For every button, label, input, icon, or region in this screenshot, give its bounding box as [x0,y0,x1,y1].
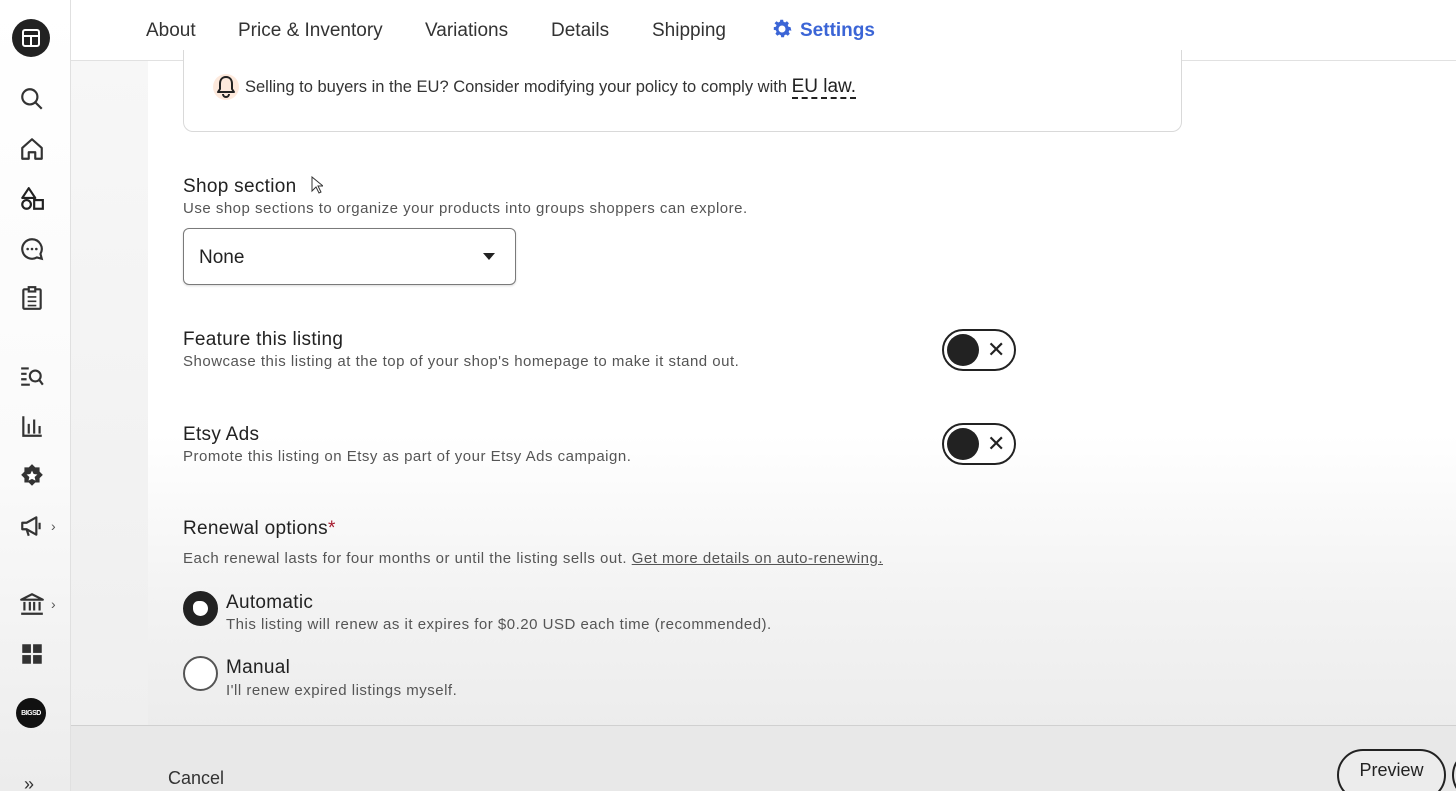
caret-down-icon [483,253,495,260]
tab-price-inventory[interactable]: Price & Inventory [238,20,383,42]
bell-icon [213,74,239,100]
listings-icon[interactable] [17,184,47,214]
tab-details[interactable]: Details [551,20,609,42]
eu-notice-text: Selling to buyers in the EU? Consider mo… [245,76,857,99]
close-icon: ✕ [987,337,1006,362]
preview-button[interactable]: Preview [1337,749,1446,791]
renewal-description: Each renewal lasts for four months or un… [183,550,883,567]
marketing-search-icon[interactable] [17,361,47,391]
radio-manual[interactable] [183,656,218,691]
shop-section-selected-value: None [199,247,245,268]
shop-section-description: Use shop sections to organize your produ… [183,200,748,217]
feature-listing-description: Showcase this listing at the top of your… [183,353,740,370]
etsy-ads-toggle[interactable]: ✕ [942,423,1016,465]
etsy-ads-description: Promote this listing on Etsy as part of … [183,448,632,465]
finances-chevron-icon[interactable]: › [51,596,56,612]
cancel-button[interactable]: Cancel [168,768,224,789]
radio-automatic-label[interactable]: Automatic [226,592,313,614]
tab-settings[interactable]: Settings [770,17,875,42]
auto-renew-details-link[interactable]: Get more details on auto-renewing. [632,550,883,567]
etsy-ads-label: Etsy Ads [183,424,260,445]
tab-about[interactable]: About [146,20,196,42]
marketing-chevron-icon[interactable]: › [51,518,56,534]
shop-section-label: Shop section [183,176,297,197]
renewal-options-label: Renewal options* [183,518,336,540]
feature-listing-toggle[interactable]: ✕ [942,329,1016,371]
action-bar: Cancel Preview [71,725,1456,791]
tab-settings-label: Settings [800,20,875,41]
marketing-icon[interactable] [17,511,47,541]
close-icon: ✕ [987,431,1006,456]
tab-shipping[interactable]: Shipping [652,20,726,42]
avatar[interactable]: BIGSD [16,698,46,728]
apps-icon[interactable] [17,639,47,669]
radio-automatic-description: This listing will renew as it expires fo… [226,616,772,633]
renewal-options-title: Renewal options [183,518,328,539]
sidebar: › › BIGSD » [0,0,71,791]
radio-automatic[interactable] [183,591,218,626]
tab-variations[interactable]: Variations [425,20,508,42]
toggle-knob [947,428,979,460]
radio-manual-description: I'll renew expired listings myself. [226,682,458,699]
radio-manual-label[interactable]: Manual [226,657,290,679]
gear-icon [773,19,792,38]
stats-icon[interactable] [17,411,47,441]
required-mark: * [327,518,336,539]
orders-icon[interactable] [17,283,47,313]
renewal-description-text: Each renewal lasts for four months or un… [183,550,632,567]
feature-listing-label: Feature this listing [183,329,344,350]
home-icon[interactable] [17,134,47,164]
eu-notice-message: Selling to buyers in the EU? Consider mo… [245,78,792,96]
star-seller-icon[interactable] [17,461,47,491]
shop-section-select[interactable]: None [183,228,516,285]
search-icon[interactable] [17,84,47,114]
shop-logo-icon[interactable] [12,19,50,57]
publish-button[interactable] [1452,749,1456,791]
messages-icon[interactable] [17,234,47,264]
mouse-cursor-icon [311,176,323,194]
toggle-knob [947,334,979,366]
eu-law-link[interactable]: EU law. [791,76,857,99]
page-gutter [71,61,148,725]
finances-icon[interactable] [17,589,47,619]
expand-sidebar-icon[interactable]: » [24,774,34,791]
